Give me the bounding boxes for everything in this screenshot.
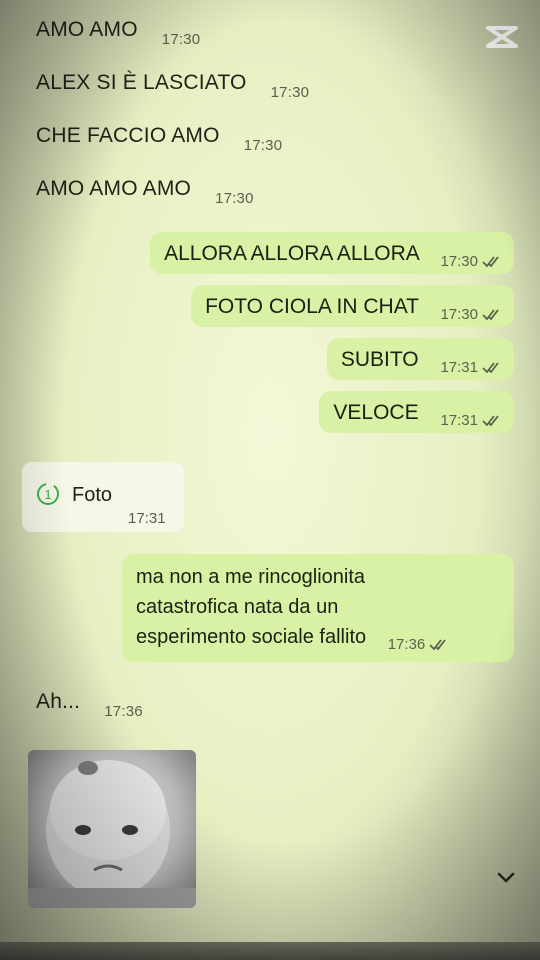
baby-face-sticker[interactable] — [28, 750, 196, 908]
view-once-photo-message[interactable]: 1 Foto 17:31 — [22, 462, 184, 532]
view-once-icon: 1 — [37, 483, 59, 505]
message-time: 17:31 — [440, 412, 502, 429]
message-outgoing[interactable]: ALLORA ALLORA ALLORA 17:30 — [150, 232, 514, 274]
message-time: 17:30 — [161, 31, 201, 48]
message-incoming[interactable]: AMO AMO 17:30 — [0, 18, 214, 48]
message-incoming[interactable]: ALEX SI È LASCIATO 17:30 — [0, 71, 323, 101]
message-text: AMO AMO — [36, 18, 138, 41]
chevron-down-icon[interactable] — [492, 864, 520, 892]
message-incoming[interactable]: CHE FACCIO AMO 17:30 — [0, 124, 296, 154]
message-time: 17:31 — [128, 510, 166, 527]
view-once-badge: 1 — [44, 487, 51, 502]
message-text-line: ma non a me rincoglionita — [136, 566, 366, 588]
double-check-icon — [482, 309, 499, 321]
message-outgoing[interactable]: VELOCE 17:31 — [319, 391, 514, 433]
double-check-icon — [482, 415, 499, 427]
message-text: ALLORA ALLORA ALLORA — [164, 242, 419, 265]
double-check-icon — [482, 256, 499, 268]
double-check-icon — [429, 639, 446, 651]
input-bar-edge — [0, 942, 540, 960]
message-text: ALEX SI È LASCIATO — [36, 71, 247, 94]
message-text-line: catastrofica nata da un — [136, 596, 339, 618]
message-time: 17:36 — [104, 703, 143, 720]
message-time: 17:30 — [215, 190, 254, 207]
message-outgoing[interactable]: SUBITO 17:31 — [326, 338, 514, 380]
message-text: CHE FACCIO AMO — [36, 124, 220, 147]
message-text: VELOCE — [333, 401, 419, 424]
message-text: SUBITO — [340, 348, 419, 371]
message-time: 17:30 — [270, 84, 310, 101]
message-time: 17:30 — [243, 137, 283, 154]
message-text-line: esperimento sociale fallito 17:36 — [136, 622, 502, 654]
message-time: 17:30 — [440, 253, 502, 270]
message-outgoing[interactable]: FOTO CIOLA IN CHAT 17:30 — [191, 285, 514, 327]
photo-label: Foto — [72, 484, 113, 506]
capcut-logo-icon — [484, 22, 520, 52]
message-text: Ah... — [36, 690, 81, 713]
message-text: FOTO CIOLA IN CHAT — [205, 295, 419, 318]
message-incoming[interactable]: Ah... 17:36 — [0, 690, 157, 720]
message-time: 17:36 — [388, 636, 450, 653]
message-incoming[interactable]: AMO AMO AMO 17:30 — [0, 177, 268, 207]
message-text: AMO AMO AMO — [36, 177, 192, 200]
message-outgoing[interactable]: ma non a me rincoglionita catastrofica n… — [122, 554, 514, 662]
double-check-icon — [482, 362, 499, 374]
message-time: 17:31 — [440, 359, 502, 376]
message-time: 17:30 — [440, 306, 502, 323]
